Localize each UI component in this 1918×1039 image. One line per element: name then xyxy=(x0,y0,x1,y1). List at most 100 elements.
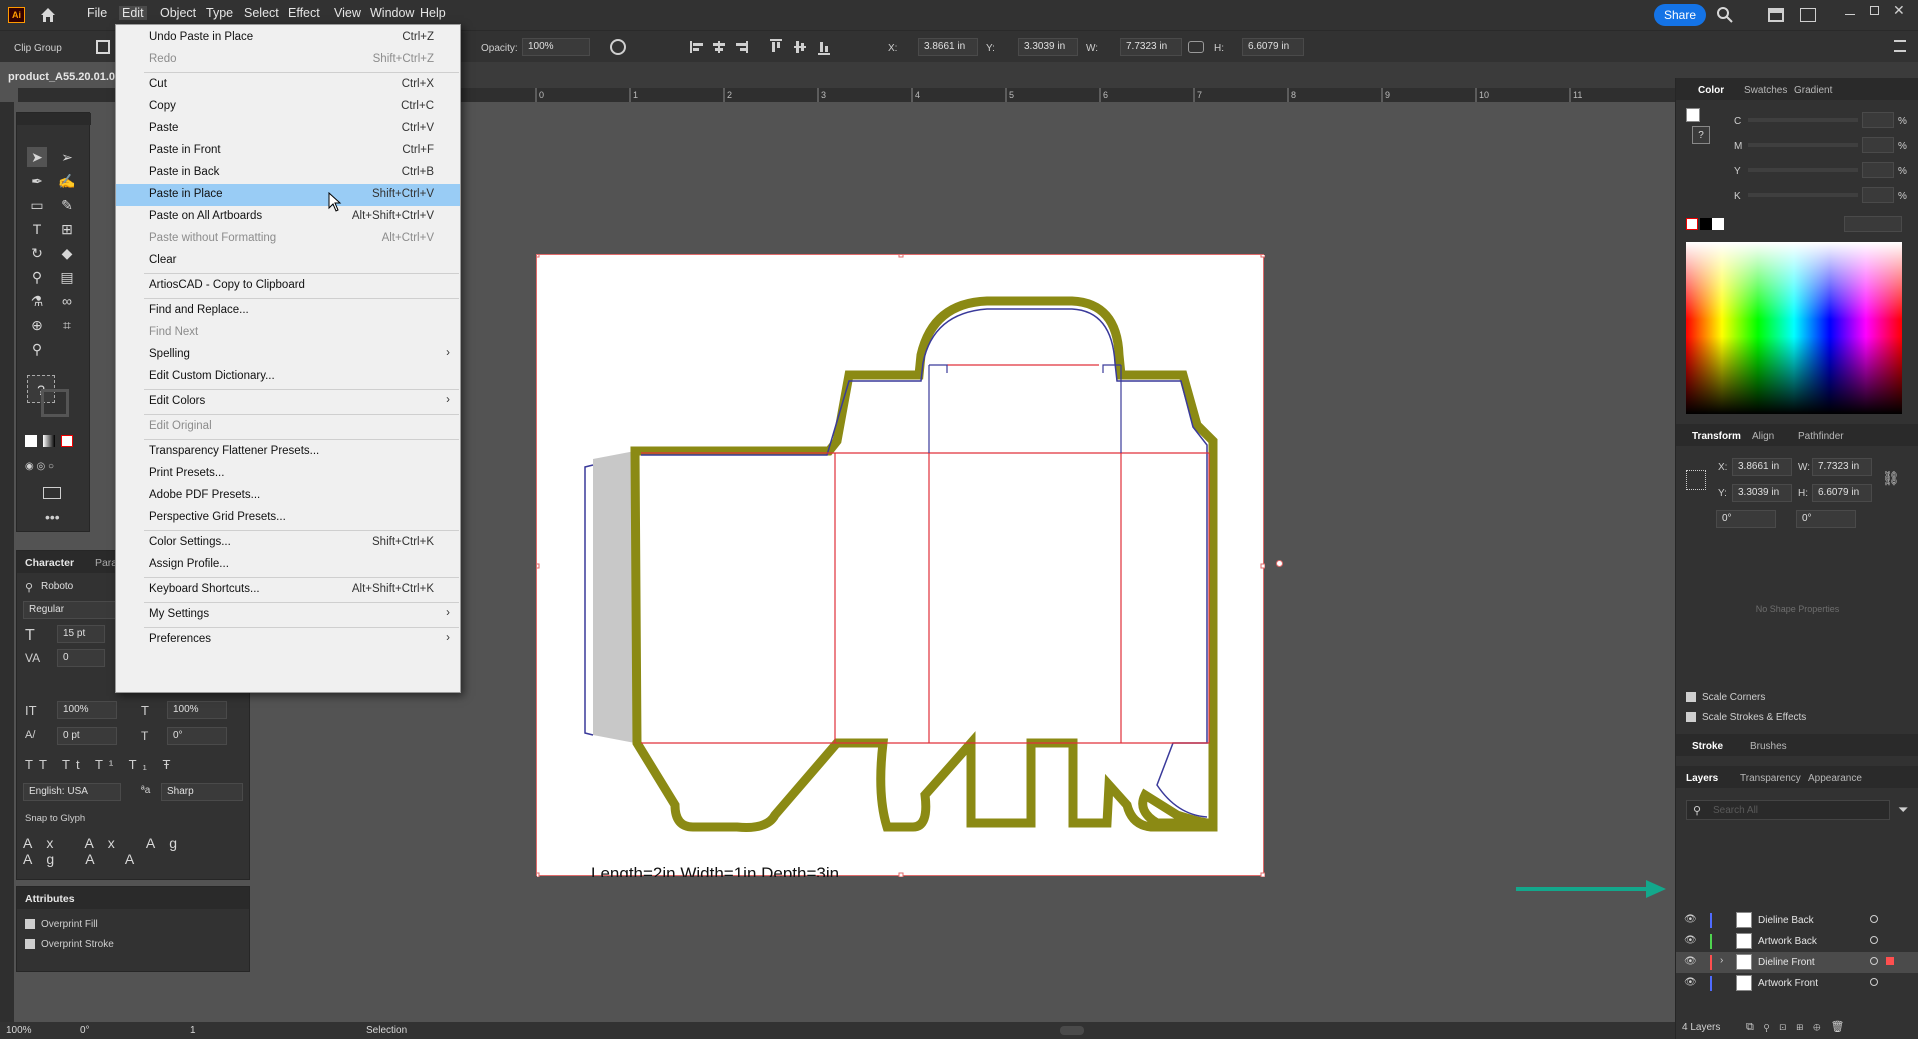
rotate-tool-icon[interactable]: ↻ xyxy=(27,243,47,263)
hex-field[interactable] xyxy=(1844,216,1902,232)
eye-icon[interactable]: 👁 xyxy=(1684,956,1697,967)
tracking-field[interactable]: 0 pt xyxy=(57,727,117,745)
edit-menu-item-perspective-grid-presets[interactable]: Perspective Grid Presets... xyxy=(116,507,460,529)
curvature-tool-icon[interactable]: ✍ xyxy=(57,171,77,191)
color-spectrum[interactable] xyxy=(1686,242,1902,414)
layers-search-field[interactable]: ⚲ Search All xyxy=(1686,800,1890,820)
text-format-icons[interactable]: TT Tt T¹ T₁ Ŧ xyxy=(25,757,176,772)
edit-menu-item-print-presets[interactable]: Print Presets... xyxy=(116,463,460,485)
layer-row-dieline-front[interactable]: 👁 › Dieline Front xyxy=(1676,952,1918,973)
artboard-tool-icon[interactable]: ⊞ xyxy=(57,219,77,239)
dieline-artwork[interactable] xyxy=(537,255,1265,877)
edit-menu-item-paste[interactable]: Paste Ctrl+V xyxy=(116,118,460,140)
black-swatch[interactable] xyxy=(1700,218,1712,230)
selected-art-indicator[interactable] xyxy=(1886,957,1894,965)
document-tab[interactable]: product_A55.20.01.0 xyxy=(0,62,116,88)
tab-appearance[interactable]: Appearance xyxy=(1808,773,1862,784)
eye-icon[interactable]: 👁 xyxy=(1684,914,1697,925)
edit-menu-item-paste-on-all-artboards[interactable]: Paste on All Artboards Alt+Shift+Ctrl+V xyxy=(116,206,460,228)
filter-icon[interactable]: ⏷ xyxy=(1898,802,1908,818)
menu-window[interactable]: Window xyxy=(367,6,417,20)
edit-menu-item-cut[interactable]: Cut Ctrl+X xyxy=(116,74,460,96)
rectangle-tool-icon[interactable]: ▭ xyxy=(27,195,47,215)
fill-stroke-swatch[interactable]: ? xyxy=(27,375,69,417)
menu-edit[interactable]: Edit xyxy=(119,6,147,20)
eye-icon[interactable]: 👁 xyxy=(1684,977,1697,988)
transform-angle-field[interactable]: 0° xyxy=(1716,510,1776,528)
close-window-icon[interactable]: ✕ xyxy=(1893,2,1905,19)
channel-slider-c[interactable] xyxy=(1748,118,1858,122)
font-size-field[interactable]: 15 pt xyxy=(57,625,105,643)
channel-field-y[interactable] xyxy=(1862,162,1894,178)
tab-character[interactable]: Character xyxy=(25,557,74,569)
edit-menu-item-paste-in-place[interactable]: Paste in Place Shift+Ctrl+V xyxy=(116,184,460,206)
selection-tool-icon[interactable]: ➤ xyxy=(27,147,47,167)
paintbrush-tool-icon[interactable]: ✎ xyxy=(57,195,77,215)
edit-menu-item-paste-in-front[interactable]: Paste in Front Ctrl+F xyxy=(116,140,460,162)
gradient-tool-icon[interactable]: ▤ xyxy=(57,267,77,287)
target-icon[interactable] xyxy=(1870,978,1878,986)
screen-mode-icon[interactable] xyxy=(43,487,61,499)
more-tools-icon[interactable]: ••• xyxy=(45,509,60,525)
edit-menu-item-undo-paste-in-place[interactable]: Undo Paste in Place Ctrl+Z xyxy=(116,27,460,49)
pen-tool-icon[interactable]: ✒ xyxy=(27,171,47,191)
layer-row-dieline-back[interactable]: 👁 Dieline Back xyxy=(1676,910,1918,931)
selection-handles[interactable] xyxy=(537,255,1265,877)
color-fill-stroke-icon[interactable]: ? xyxy=(1686,108,1716,144)
target-icon[interactable] xyxy=(1870,936,1878,944)
align-icons[interactable] xyxy=(690,39,845,55)
edit-menu-item-spelling[interactable]: Spelling › xyxy=(116,344,460,366)
toolbox-header[interactable] xyxy=(17,113,91,125)
language-select[interactable]: English: USA xyxy=(23,783,121,801)
horizontal-scrollbar[interactable] xyxy=(1060,1026,1084,1035)
blend-tool-icon[interactable]: ∞ xyxy=(57,291,77,311)
expand-chevron-icon[interactable]: › xyxy=(1720,955,1723,966)
constrain-proportions-icon[interactable] xyxy=(1188,41,1204,53)
transform-w-field[interactable]: 7.7323 in xyxy=(1812,458,1872,476)
vertical-scale-field[interactable]: 100% xyxy=(57,701,117,719)
edit-menu-item-assign-profile[interactable]: Assign Profile... xyxy=(116,554,460,576)
menu-file[interactable]: File xyxy=(84,6,110,20)
eraser-tool-icon[interactable]: ◆ xyxy=(57,243,77,263)
tab-transparency[interactable]: Transparency xyxy=(1740,773,1801,784)
snap-glyph-icons[interactable]: Ax Ax Ag Ag A A xyxy=(23,835,247,867)
arrange-documents-icon[interactable] xyxy=(1768,8,1784,22)
type-tool-icon[interactable]: T xyxy=(27,219,47,239)
transform-y-field[interactable]: 3.3039 in xyxy=(1732,484,1792,502)
y-field[interactable]: 3.3039 in xyxy=(1018,38,1078,56)
tab-align[interactable]: Align xyxy=(1752,431,1774,442)
restore-icon[interactable] xyxy=(1870,6,1879,15)
channel-field-k[interactable] xyxy=(1862,187,1894,203)
layer-name[interactable]: Dieline Back xyxy=(1758,915,1814,926)
edit-menu-item-keyboard-shortcuts[interactable]: Keyboard Shortcuts... Alt+Shift+Ctrl+K xyxy=(116,579,460,601)
layer-name[interactable]: Dieline Front xyxy=(1758,957,1815,968)
layer-row-artwork-back[interactable]: 👁 Artwork Back xyxy=(1676,931,1918,952)
scale-strokes-checkbox[interactable] xyxy=(1686,712,1696,722)
width-tool-icon[interactable]: ⚲ xyxy=(27,267,47,287)
shape-builder-tool-icon[interactable]: ⊕ xyxy=(27,315,47,335)
edit-menu-item-preferences[interactable]: Preferences › xyxy=(116,629,460,651)
tab-gradient[interactable]: Gradient xyxy=(1794,85,1832,96)
tab-pathfinder[interactable]: Pathfinder xyxy=(1798,431,1844,442)
horizontal-scale-field[interactable]: 100% xyxy=(167,701,227,719)
channel-slider-m[interactable] xyxy=(1748,143,1858,147)
menu-select[interactable]: Select xyxy=(241,6,282,20)
layer-row-artwork-front[interactable]: 👁 Artwork Front xyxy=(1676,973,1918,994)
zoom-field[interactable]: 100% xyxy=(6,1025,32,1036)
channel-field-c[interactable] xyxy=(1862,112,1894,128)
kerning-field[interactable]: 0 xyxy=(57,649,105,667)
layer-actions-icons[interactable]: ⧉⚲⊡⊞⊕🗑 xyxy=(1746,1020,1854,1034)
transform-x-field[interactable]: 3.8661 in xyxy=(1732,458,1792,476)
scale-corners-checkbox[interactable] xyxy=(1686,692,1696,702)
tab-swatches[interactable]: Swatches xyxy=(1744,85,1787,96)
panel-menu-icon[interactable] xyxy=(1894,40,1906,52)
home-icon[interactable] xyxy=(38,5,58,25)
target-icon[interactable] xyxy=(1870,915,1878,923)
channel-slider-k[interactable] xyxy=(1748,193,1858,197)
channel-slider-y[interactable] xyxy=(1748,168,1858,172)
layer-name[interactable]: Artwork Back xyxy=(1758,936,1817,947)
menu-help[interactable]: Help xyxy=(417,6,449,20)
edit-menu-item-copy[interactable]: Copy Ctrl+C xyxy=(116,96,460,118)
tab-transform[interactable]: Transform xyxy=(1692,431,1741,442)
reference-point-icon[interactable] xyxy=(1686,470,1706,490)
